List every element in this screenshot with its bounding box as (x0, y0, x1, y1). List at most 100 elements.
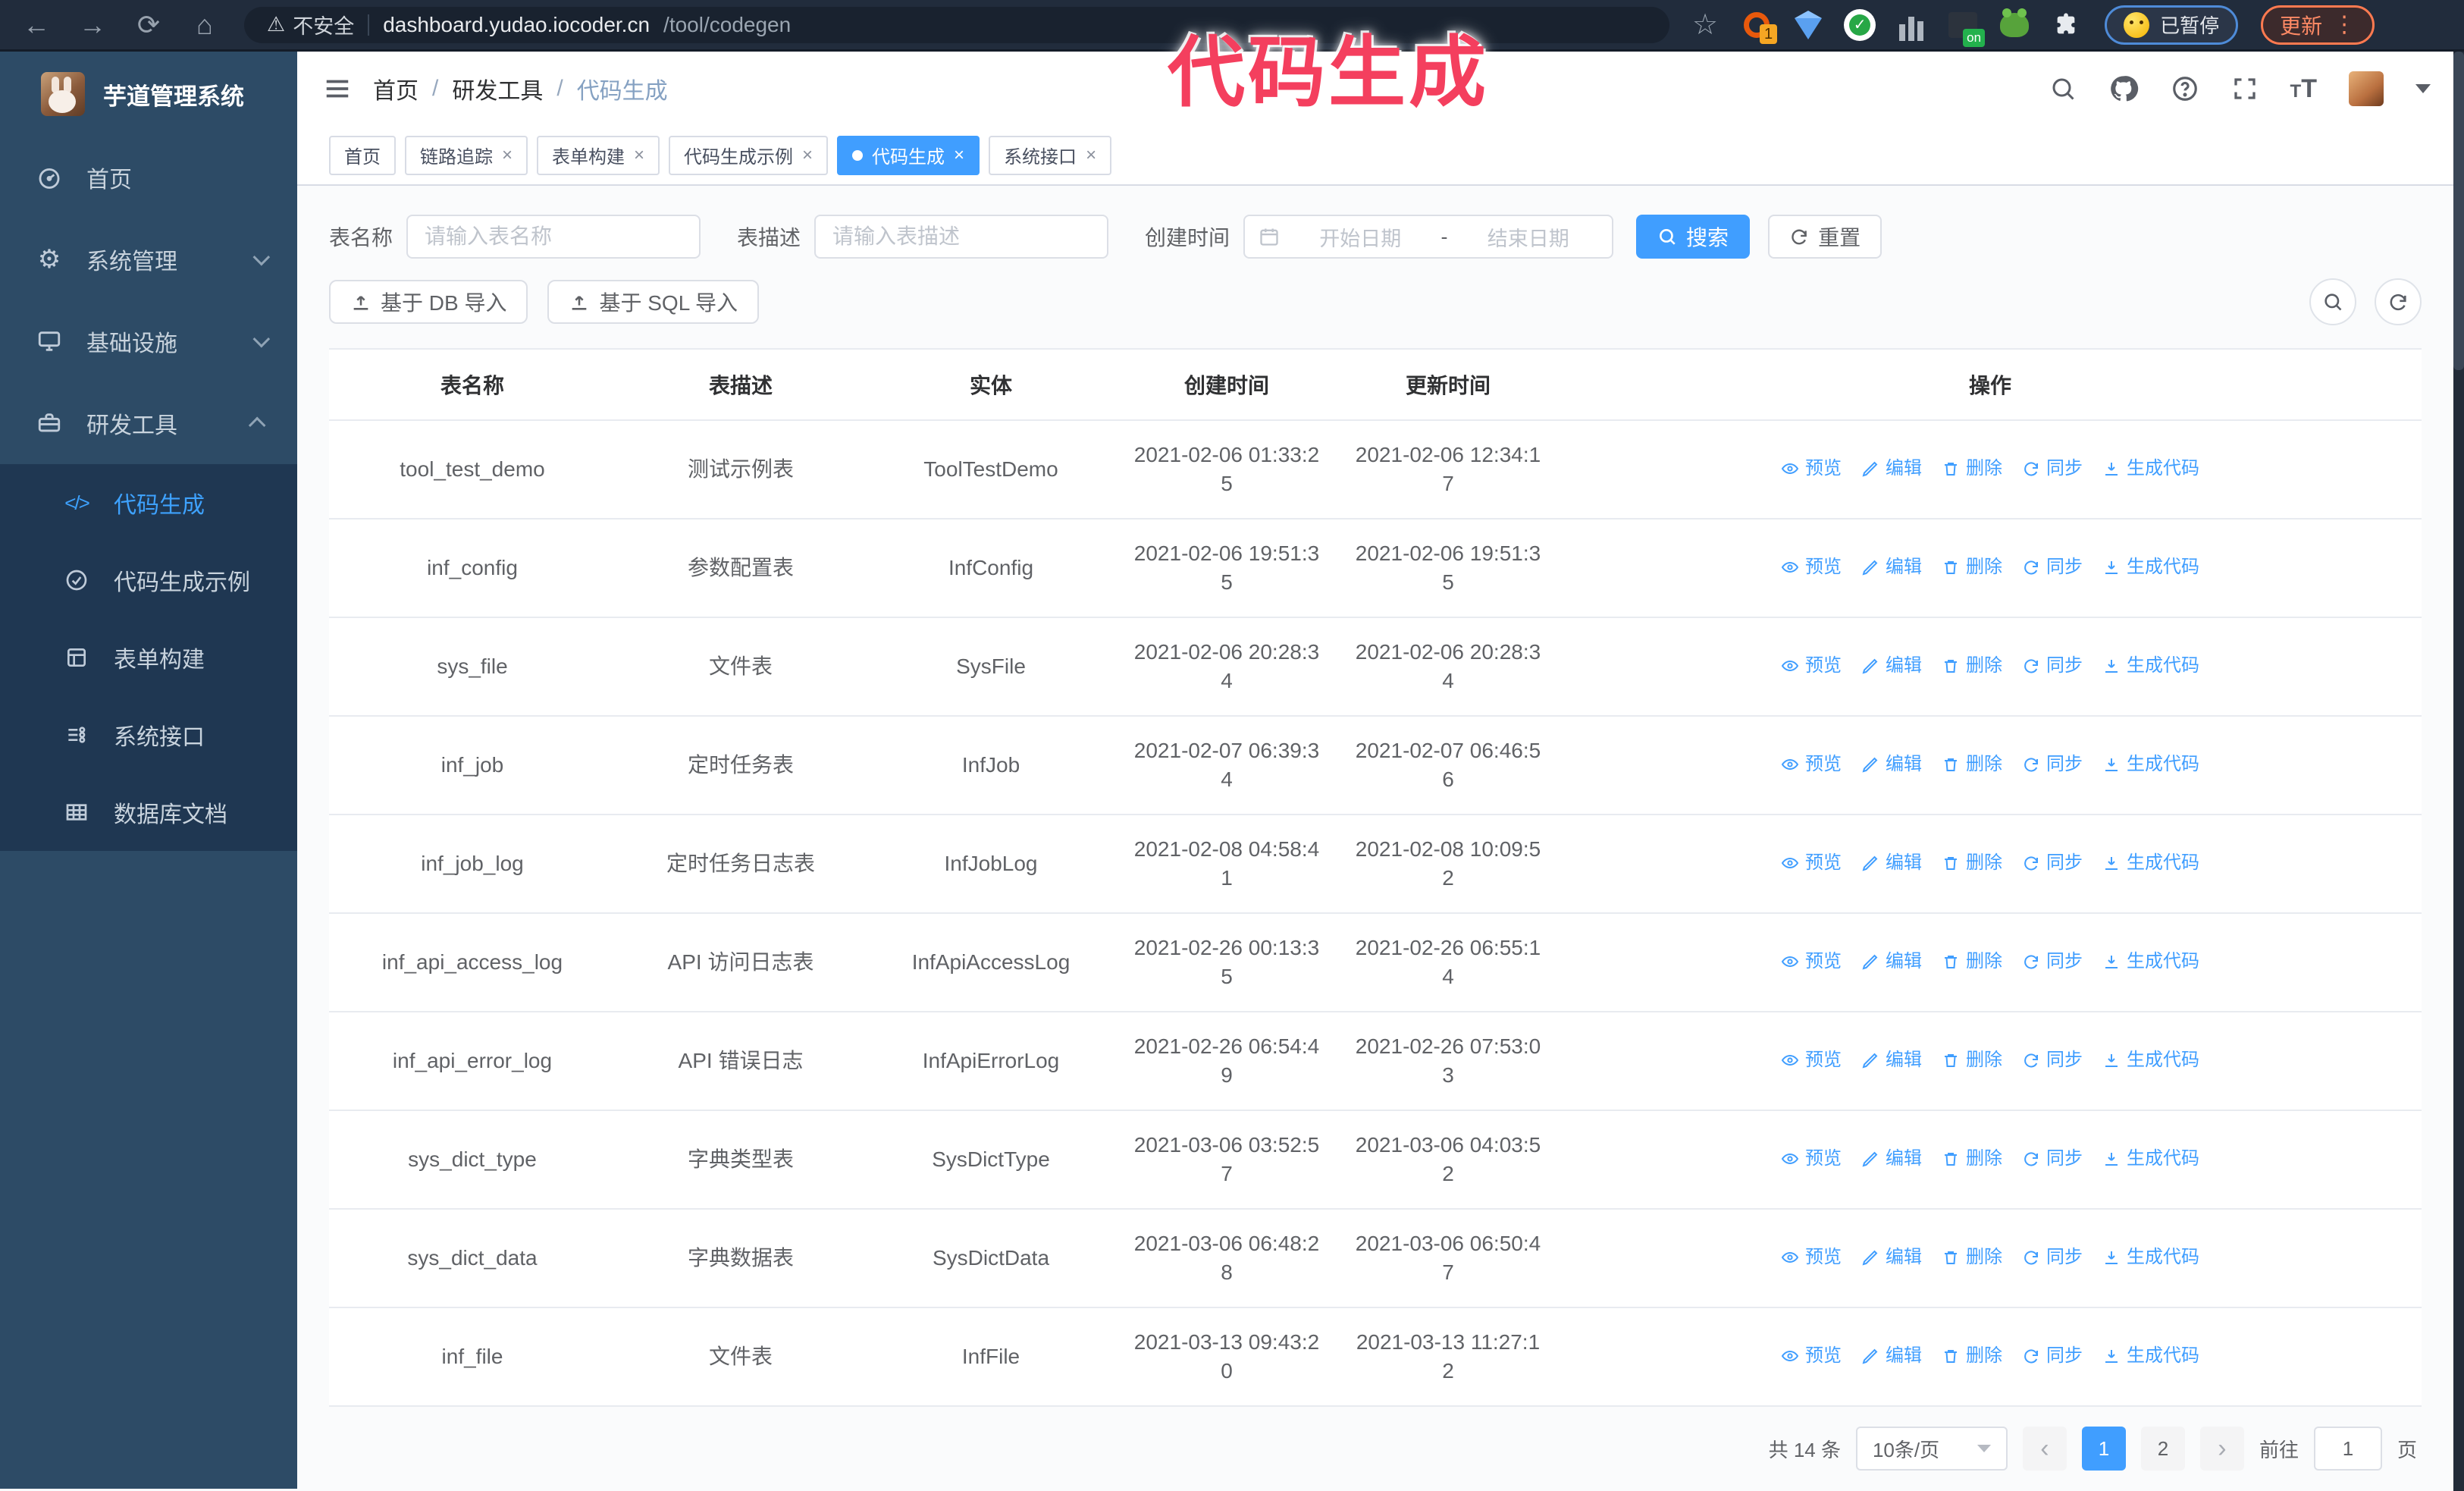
edit-link[interactable]: 编辑 (1861, 1243, 1922, 1272)
sidebar-item-db-doc[interactable]: 数据库文档 (0, 774, 297, 851)
delete-link[interactable]: 删除 (1942, 750, 2002, 779)
bookmark-star-icon[interactable]: ☆ (1692, 8, 1718, 42)
extension-dark-icon[interactable]: on (1947, 9, 1986, 47)
import-db-button[interactable]: 基于 DB 导入 (329, 280, 528, 324)
sidebar-item-form-builder[interactable]: 表单构建 (0, 619, 297, 696)
preview-link[interactable]: 预览 (1781, 1046, 1842, 1075)
edit-link[interactable]: 编辑 (1861, 1144, 1922, 1173)
sync-link[interactable]: 同步 (2022, 1342, 2083, 1370)
preview-link[interactable]: 预览 (1781, 1342, 1842, 1370)
close-icon[interactable]: × (802, 145, 813, 166)
scrollbar[interactable] (2453, 52, 2464, 1491)
edit-link[interactable]: 编辑 (1861, 454, 1922, 483)
delete-link[interactable]: 删除 (1942, 1144, 2002, 1173)
sidebar-collapse-icon[interactable] (323, 74, 352, 103)
sync-link[interactable]: 同步 (2022, 651, 2083, 680)
fullscreen-icon[interactable] (2231, 75, 2259, 102)
edit-link[interactable]: 编辑 (1861, 750, 1922, 779)
generate-code-link[interactable]: 生成代码 (2102, 1342, 2199, 1370)
prev-page-button[interactable]: ‹ (2022, 1427, 2067, 1471)
delete-link[interactable]: 删除 (1942, 947, 2002, 976)
delete-link[interactable]: 删除 (1942, 454, 2002, 483)
tab[interactable]: 代码生成 × (837, 135, 980, 175)
edit-link[interactable]: 编辑 (1861, 553, 1922, 582)
search-button[interactable]: 搜索 (1636, 215, 1751, 259)
import-sql-button[interactable]: 基于 SQL 导入 (547, 280, 760, 324)
edit-link[interactable]: 编辑 (1861, 651, 1922, 680)
preview-link[interactable]: 预览 (1781, 849, 1842, 877)
scrollbar-thumb[interactable] (2453, 52, 2464, 370)
table-desc-input[interactable] (814, 215, 1109, 259)
sync-link[interactable]: 同步 (2022, 454, 2083, 483)
generate-code-link[interactable]: 生成代码 (2102, 1144, 2199, 1173)
sidebar-item-devtools[interactable]: 研发工具 (0, 382, 297, 464)
sidebar-item-codegen[interactable]: </> 代码生成 (0, 464, 297, 541)
goto-page-input[interactable] (2313, 1427, 2382, 1471)
tab[interactable]: 表单构建 × (537, 135, 660, 175)
user-menu-caret-icon[interactable] (2415, 84, 2431, 94)
extension-orange-icon[interactable]: 1 (1741, 9, 1778, 44)
preview-link[interactable]: 预览 (1781, 1243, 1842, 1272)
page-size-select[interactable]: 10条/页 (1855, 1427, 2008, 1471)
preview-link[interactable]: 预览 (1781, 750, 1842, 779)
date-start-placeholder[interactable]: 开始日期 (1290, 222, 1431, 252)
forward-icon[interactable]: → (76, 11, 109, 39)
sync-link[interactable]: 同步 (2022, 1243, 2083, 1272)
close-icon[interactable]: × (634, 145, 644, 166)
delete-link[interactable]: 删除 (1942, 1243, 2002, 1272)
font-size-icon[interactable]: TT (2290, 74, 2317, 104)
generate-code-link[interactable]: 生成代码 (2102, 1046, 2199, 1075)
date-end-placeholder[interactable]: 结束日期 (1459, 222, 1599, 252)
delete-link[interactable]: 删除 (1942, 1342, 2002, 1370)
preview-link[interactable]: 预览 (1781, 1144, 1842, 1173)
close-icon[interactable]: × (1086, 145, 1096, 166)
back-icon[interactable]: ← (20, 11, 53, 39)
reset-button[interactable]: 重置 (1768, 215, 1882, 259)
table-name-input[interactable] (406, 215, 701, 259)
delete-link[interactable]: 删除 (1942, 651, 2002, 680)
delete-link[interactable]: 删除 (1942, 849, 2002, 877)
sync-link[interactable]: 同步 (2022, 1144, 2083, 1173)
generate-code-link[interactable]: 生成代码 (2102, 750, 2199, 779)
sync-link[interactable]: 同步 (2022, 553, 2083, 582)
user-avatar[interactable] (2349, 71, 2384, 107)
reload-icon[interactable]: ⟳ (132, 11, 165, 39)
edit-link[interactable]: 编辑 (1861, 849, 1922, 877)
delete-link[interactable]: 删除 (1942, 1046, 2002, 1075)
page-number-button[interactable]: 1 (2081, 1427, 2126, 1471)
refresh-button[interactable] (2375, 278, 2422, 325)
sync-link[interactable]: 同步 (2022, 947, 2083, 976)
home-icon[interactable]: ⌂ (188, 11, 221, 39)
next-page-button[interactable]: › (2199, 1427, 2244, 1471)
delete-link[interactable]: 删除 (1942, 553, 2002, 582)
not-secure-warning[interactable]: ⚠ 不安全 (267, 10, 354, 39)
edit-link[interactable]: 编辑 (1861, 1046, 1922, 1075)
close-icon[interactable]: × (954, 145, 964, 166)
tab[interactable]: 链路追踪 × (405, 135, 528, 175)
date-range-picker[interactable]: 开始日期 - 结束日期 (1243, 215, 1614, 259)
browser-menu-icon[interactable]: ⋮ (2333, 13, 2356, 36)
github-icon[interactable] (2108, 74, 2139, 104)
extension-gem-icon[interactable] (1792, 9, 1824, 41)
tab[interactable]: 代码生成示例 × (669, 135, 829, 175)
sidebar-item-codegen-example[interactable]: 代码生成示例 (0, 541, 297, 619)
extension-frog-icon[interactable] (1998, 8, 2030, 41)
edit-link[interactable]: 编辑 (1861, 1342, 1922, 1370)
generate-code-link[interactable]: 生成代码 (2102, 651, 2199, 680)
tab[interactable]: 首页 × (329, 135, 396, 175)
preview-link[interactable]: 预览 (1781, 651, 1842, 680)
sidebar-item-system-api[interactable]: 系统接口 (0, 696, 297, 774)
help-icon[interactable] (2171, 74, 2199, 103)
update-chip[interactable]: 更新 ⋮ (2261, 5, 2375, 45)
app-logo[interactable]: 芋道管理系统 (0, 52, 297, 137)
edit-link[interactable]: 编辑 (1861, 947, 1922, 976)
preview-link[interactable]: 预览 (1781, 947, 1842, 976)
generate-code-link[interactable]: 生成代码 (2102, 553, 2199, 582)
close-icon[interactable]: × (502, 145, 513, 166)
extensions-puzzle-icon[interactable] (2050, 9, 2082, 41)
sync-link[interactable]: 同步 (2022, 1046, 2083, 1075)
extension-shield-icon[interactable]: ✓ (1844, 8, 1876, 41)
extension-columns-icon[interactable] (1895, 9, 1927, 41)
sidebar-item-infra[interactable]: 基础设施 (0, 300, 297, 382)
preview-link[interactable]: 预览 (1781, 454, 1842, 483)
